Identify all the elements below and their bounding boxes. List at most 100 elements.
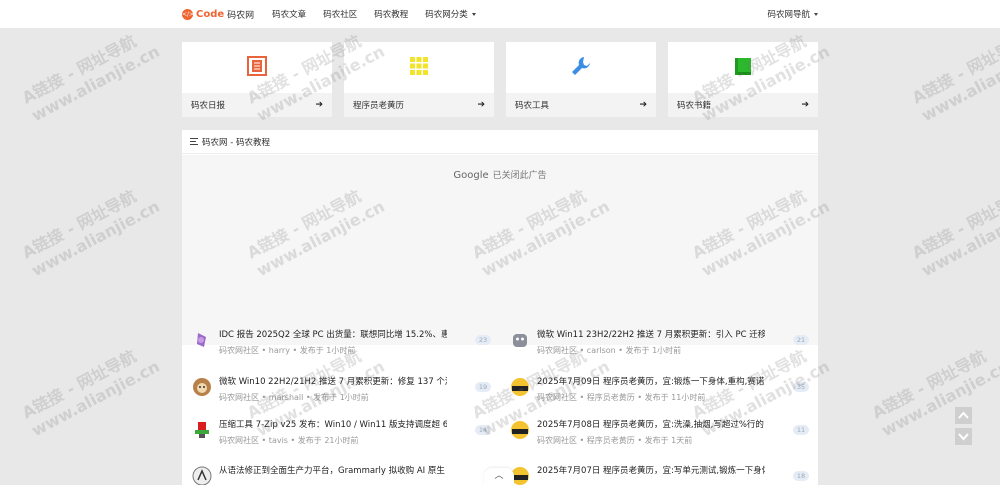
avatar [197, 333, 206, 347]
list-item[interactable]: IDC 报告 2025Q2 全球 PC 出货量：联想同比增 15.2%、惠 码农… [192, 328, 492, 372]
brand-logo[interactable]: </> Code 码农网 [182, 8, 254, 21]
tile-footer: 码农工具 ➔ [506, 93, 656, 117]
brand-code-text: Code [196, 8, 225, 20]
list-item[interactable]: 微软 Win10 22H2/21H2 推送 7 月累积更新：修复 137 个漏 … [192, 375, 492, 419]
watermark-line: A链接 - 网址导航 [18, 31, 140, 108]
list-item[interactable]: 2025年7月09日 程序员老黄历，宜:锻炼一下身体,重构,赛诺 码农网社区 •… [510, 375, 810, 419]
watermark-line: A链接 - 网址导航 [908, 186, 1000, 263]
item-meta: 码农网社区 • carlson • 发布于 1小时前 [537, 346, 682, 355]
list-item[interactable]: 2025年7月08日 程序员老黄历，宜:洗澡,抽烟,写超过%行的 码农网社区 •… [510, 418, 810, 462]
watermark-line: www.alianjie.cn [918, 41, 1000, 126]
watermark-line: www.alianjie.cn [28, 356, 163, 441]
chevron-up-icon [958, 411, 969, 419]
comment-count-badge: 14 [475, 425, 491, 435]
item-title[interactable]: 2025年7月08日 程序员老黄历，宜:洗澡,抽烟,写超过%行的 [537, 418, 765, 430]
avatar [511, 378, 529, 396]
watermark-line: www.alianjie.cn [878, 356, 1000, 441]
book-icon [735, 58, 751, 75]
nav-item-community[interactable]: 码农社区 [323, 8, 357, 20]
nav-item-categories-label: 码农网分类 [425, 10, 468, 20]
item-title[interactable]: 从语法修正到全面生产力平台，Grammarly 拟收购 AI 原生 [219, 464, 447, 476]
avatar [513, 334, 527, 347]
avatar [511, 421, 529, 439]
list-item[interactable]: 2025年7月07日 程序员老黄历，宜:写单元测试,锻炼一下身体 18 [510, 464, 810, 485]
comment-count-badge: 23 [475, 335, 491, 345]
grid-icon [410, 57, 428, 75]
comment-count-badge: 21 [793, 335, 809, 345]
ad-text-row: Google 已关闭此广告 [182, 168, 818, 181]
ad-closed-text: 已关闭此广告 [492, 171, 547, 181]
watermark: A链接 - 网址导航 www.alianjie.cn [869, 339, 1000, 441]
item-meta: 码农网社区 • harry • 发布于 1小时前 [219, 346, 356, 355]
watermark-line: A链接 - 网址导航 [868, 346, 990, 423]
newspaper-icon [247, 56, 267, 76]
comment-count-badge: 18 [793, 471, 809, 481]
watermark-line: www.alianjie.cn [28, 196, 163, 281]
tile-label: 码农书籍 [677, 101, 712, 111]
chevron-down-icon [814, 12, 818, 16]
comment-count-badge: 35 [793, 382, 809, 392]
tile-footer: 码农日报 ➔ [182, 93, 332, 117]
arrow-right-icon: ➔ [477, 100, 485, 110]
ad-brand: Google [453, 170, 489, 181]
scroll-up-button[interactable] [955, 407, 972, 424]
tile-footer: 程序员老黄历 ➔ [344, 93, 494, 117]
watermark-line: www.alianjie.cn [28, 41, 163, 126]
item-title[interactable]: 微软 Win11 23H2/22H2 推送 7 月累积更新：引入 PC 迁移 [537, 328, 765, 340]
watermark-line: A链接 - 网址导航 [18, 346, 140, 423]
top-navbar: </> Code 码农网 码农文章 码农社区 码农教程 码农网分类 码农网导航 [0, 0, 1000, 28]
item-title[interactable]: 2025年7月09日 程序员老黄历，宜:锻炼一下身体,重构,赛诺 [537, 375, 765, 387]
item-meta: 码农网社区 • marshall • 发布于 1小时前 [219, 393, 369, 402]
list-item[interactable]: 压缩工具 7-Zip v25 发布：Win10 / Win11 版支持调度超 6… [192, 418, 492, 462]
item-title[interactable]: 2025年7月07日 程序员老黄历，宜:写单元测试,锻炼一下身体 [537, 464, 765, 476]
tile-tools[interactable]: 码农工具 ➔ [506, 42, 656, 117]
tutorial-section: 码农网 - 码农教程 Google 已关闭此广告 IDC 报告 2025Q2 全球… [182, 130, 818, 485]
ad-placeholder: Google 已关闭此广告 [182, 155, 818, 345]
tile-almanac[interactable]: 程序员老黄历 ➔ [344, 42, 494, 117]
nav-item-categories[interactable]: 码农网分类 [425, 8, 476, 20]
watermark: A链接 - 网址导航 www.alianjie.cn [909, 24, 1000, 126]
nav-menu-guide-label: 码农网导航 [767, 10, 810, 20]
nav-menu-guide[interactable]: 码农网导航 [767, 0, 818, 28]
wrench-icon [572, 57, 590, 75]
section-title: 码农网 - 码农教程 [202, 137, 270, 148]
item-meta: 码农网社区 • 程序员老黄历 • 发布于 1天前 [537, 436, 693, 445]
arrow-right-icon: ➔ [315, 100, 323, 110]
avatar [193, 378, 211, 396]
comment-count-badge: 11 [793, 425, 809, 435]
tile-label: 程序员老黄历 [353, 101, 405, 111]
tile-label: 码农日报 [191, 101, 226, 111]
tile-books[interactable]: 码农书籍 ➔ [668, 42, 818, 117]
item-meta: 码农网社区 • 程序员老黄历 • 发布于 11小时前 [537, 393, 706, 402]
list-item[interactable]: 微软 Win11 23H2/22H2 推送 7 月累积更新：引入 PC 迁移 码… [510, 328, 810, 372]
chevron-down-icon [471, 13, 476, 16]
watermark: A链接 - 网址导航 www.alianjie.cn [909, 179, 1000, 281]
scroll-down-button[interactable] [955, 428, 972, 445]
watermark: A链接 - 网址导航 www.alianjie.cn [19, 24, 163, 126]
arrow-right-icon: ➔ [801, 100, 809, 110]
arrow-right-icon: ➔ [639, 100, 647, 110]
avatar [192, 466, 212, 485]
list-icon [190, 138, 198, 145]
chevron-down-icon [958, 433, 969, 441]
item-title[interactable]: 微软 Win10 22H2/21H2 推送 7 月累积更新：修复 137 个漏 [219, 375, 447, 387]
watermark: A链接 - 网址导航 www.alianjie.cn [19, 179, 163, 281]
item-title[interactable]: 压缩工具 7-Zip v25 发布：Win10 / Win11 版支持调度超 6… [219, 418, 447, 430]
tile-label: 码农工具 [515, 101, 550, 111]
tile-daily[interactable]: 码农日报 ➔ [182, 42, 332, 117]
comment-count-badge: 19 [475, 382, 491, 392]
brand-name-text: 码农网 [227, 10, 255, 21]
nav-item-tutorials[interactable]: 码农教程 [374, 8, 408, 20]
avatar [195, 422, 209, 438]
watermark: A链接 - 网址导航 www.alianjie.cn [19, 339, 163, 441]
watermark-line: A链接 - 网址导航 [908, 31, 1000, 108]
code-icon: </> [182, 8, 195, 20]
watermark-line: A链接 - 网址导航 [18, 186, 140, 263]
list-item[interactable]: 从语法修正到全面生产力平台，Grammarly 拟收购 AI 原生 [192, 464, 492, 485]
item-meta: 码农网社区 • tavis • 发布于 21小时前 [219, 436, 359, 445]
tile-footer: 码农书籍 ➔ [668, 93, 818, 117]
item-title[interactable]: IDC 报告 2025Q2 全球 PC 出货量：联想同比增 15.2%、惠 [219, 328, 447, 340]
back-to-top-button[interactable]: ︿ [484, 468, 514, 485]
nav-item-articles[interactable]: 码农文章 [272, 8, 306, 20]
watermark-line: www.alianjie.cn [918, 196, 1000, 281]
